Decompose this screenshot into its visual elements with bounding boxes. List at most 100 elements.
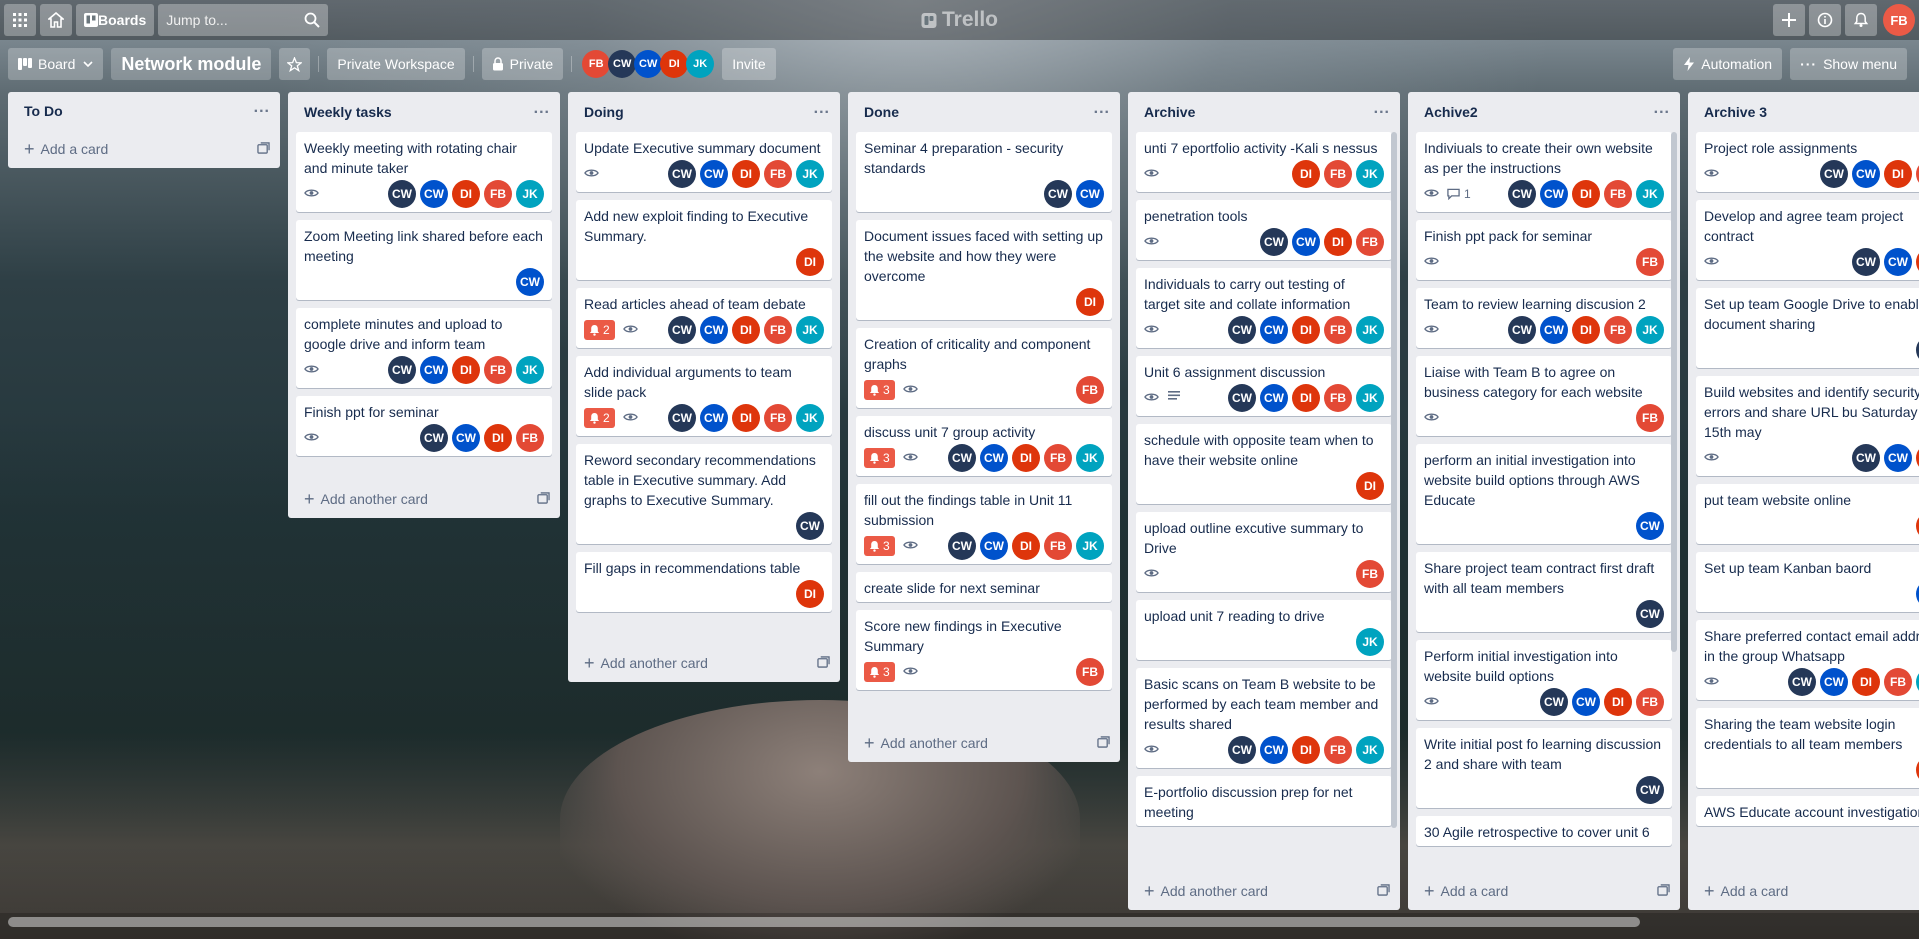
list-header[interactable]: Achive2...: [1408, 92, 1680, 132]
card-member-avatar[interactable]: JK: [1356, 160, 1384, 188]
card-member-avatar[interactable]: FB: [1076, 658, 1104, 686]
card-member-avatar[interactable]: JK: [1356, 628, 1384, 656]
card-member-avatar[interactable]: CW: [1884, 248, 1912, 276]
card-member-avatar[interactable]: DI: [452, 180, 480, 208]
card[interactable]: Sharing the team website login credentia…: [1696, 708, 1919, 788]
home-button[interactable]: [40, 4, 72, 36]
list-title[interactable]: Achive2: [1424, 104, 1478, 120]
card-template-icon[interactable]: [1097, 735, 1110, 751]
card-member-avatar[interactable]: DI: [732, 316, 760, 344]
add-card-button[interactable]: + Add a card: [1424, 882, 1508, 900]
card-member-avatar[interactable]: DI: [1012, 532, 1040, 560]
card[interactable]: Indiviuals to create their own website a…: [1416, 132, 1672, 212]
card-member-avatar[interactable]: FB: [1076, 376, 1104, 404]
card-member-avatar[interactable]: JK: [516, 180, 544, 208]
card-member-avatar[interactable]: FB: [1324, 316, 1352, 344]
card-member-avatar[interactable]: FB: [1636, 248, 1664, 276]
list-title[interactable]: Doing: [584, 104, 624, 120]
card-member-avatar[interactable]: FB: [1324, 736, 1352, 764]
card-member-avatar[interactable]: JK: [796, 160, 824, 188]
show-menu-button[interactable]: ··· Show menu: [1790, 48, 1907, 80]
card-template-icon[interactable]: [537, 491, 550, 507]
card-member-avatar[interactable]: CW: [668, 160, 696, 188]
card-member-avatar[interactable]: CW: [1260, 228, 1288, 256]
card[interactable]: fill out the findings table in Unit 11 s…: [856, 484, 1112, 564]
card[interactable]: Reword secondary recommendations table i…: [576, 444, 832, 544]
add-card-button[interactable]: + Add a card: [24, 140, 108, 158]
card-member-avatar[interactable]: CW: [668, 316, 696, 344]
list-title[interactable]: Archive 3: [1704, 104, 1767, 120]
account-avatar[interactable]: FB: [1883, 4, 1915, 36]
card-member-avatar[interactable]: JK: [1356, 736, 1384, 764]
card-member-avatar[interactable]: CW: [1508, 316, 1536, 344]
card-member-avatar[interactable]: CW: [1852, 444, 1880, 472]
card[interactable]: Set up team Google Drive to enable docum…: [1696, 288, 1919, 368]
board-title[interactable]: Network module: [111, 48, 272, 80]
board-member-avatar[interactable]: CW: [634, 50, 663, 78]
list-scrollbar[interactable]: [1671, 132, 1677, 652]
card[interactable]: Project role assignments CWCWDIFB: [1696, 132, 1919, 192]
card-member-avatar[interactable]: DI: [1572, 316, 1600, 344]
card-member-avatar[interactable]: FB: [1324, 160, 1352, 188]
card-member-avatar[interactable]: JK: [796, 316, 824, 344]
card-member-avatar[interactable]: CW: [1228, 736, 1256, 764]
card[interactable]: perform an initial investigation into we…: [1416, 444, 1672, 544]
add-card-button[interactable]: + Add another card: [584, 654, 708, 672]
card-member-avatar[interactable]: CW: [516, 268, 544, 296]
list-header[interactable]: Doing...: [568, 92, 840, 132]
card-member-avatar[interactable]: CW: [1572, 688, 1600, 716]
add-card-button[interactable]: + Add another card: [1144, 882, 1268, 900]
card-member-avatar[interactable]: CW: [1228, 384, 1256, 412]
due-date-badge[interactable]: 3: [864, 536, 895, 556]
card-member-avatar[interactable]: CW: [1508, 180, 1536, 208]
card-member-avatar[interactable]: FB: [484, 180, 512, 208]
card[interactable]: put team website online DI: [1696, 484, 1919, 544]
list-menu-icon[interactable]: ...: [534, 100, 550, 118]
card[interactable]: Finish ppt for seminar CW CW DI FB: [296, 396, 552, 456]
card-member-avatar[interactable]: CW: [420, 356, 448, 384]
card[interactable]: upload unit 7 reading to drive JK: [1136, 600, 1392, 660]
card-member-avatar[interactable]: CW: [1076, 180, 1104, 208]
card[interactable]: Read articles ahead of team debate 2 CW CW D…: [576, 288, 832, 348]
card-member-avatar[interactable]: DI: [1012, 444, 1040, 472]
visibility-button[interactable]: Private: [481, 48, 564, 80]
list-header[interactable]: Done...: [848, 92, 1120, 132]
info-button[interactable]: [1809, 4, 1841, 36]
card-member-avatar[interactable]: DI: [1292, 736, 1320, 764]
apps-switcher-button[interactable]: [4, 4, 36, 36]
card[interactable]: schedule with opposite team when to have…: [1136, 424, 1392, 504]
card-member-avatar[interactable]: CW: [1636, 512, 1664, 540]
card-member-avatar[interactable]: CW: [420, 180, 448, 208]
card[interactable]: Share project team contract first draft …: [1416, 552, 1672, 632]
card[interactable]: Develop and agree team project contract C…: [1696, 200, 1919, 280]
card-member-avatar[interactable]: FB: [764, 404, 792, 432]
card-member-avatar[interactable]: DI: [1324, 228, 1352, 256]
list-title[interactable]: Weekly tasks: [304, 104, 392, 120]
due-date-badge[interactable]: 3: [864, 448, 895, 468]
card-member-avatar[interactable]: CW: [1044, 180, 1072, 208]
list-title[interactable]: Archive: [1144, 104, 1195, 120]
list-menu-icon[interactable]: ...: [254, 99, 270, 117]
card-member-avatar[interactable]: JK: [1076, 444, 1104, 472]
board-member-avatar[interactable]: CW: [608, 50, 637, 78]
card-member-avatar[interactable]: JK: [1636, 180, 1664, 208]
list-title[interactable]: To Do: [24, 103, 63, 119]
add-card-button[interactable]: + Add another card: [304, 490, 428, 508]
card-member-avatar[interactable]: FB: [1604, 180, 1632, 208]
card[interactable]: Seminar 4 preparation - security standar…: [856, 132, 1112, 212]
card-member-avatar[interactable]: JK: [1356, 316, 1384, 344]
card-member-avatar[interactable]: CW: [1636, 776, 1664, 804]
card-member-avatar[interactable]: CW: [980, 532, 1008, 560]
card[interactable]: Build websites and identify security err…: [1696, 376, 1919, 476]
card[interactable]: Add individual arguments to team slide p…: [576, 356, 832, 436]
notifications-button[interactable]: [1845, 4, 1877, 36]
card[interactable]: AWS Educate account investigation: [1696, 796, 1919, 826]
list-menu-icon[interactable]: ...: [1654, 100, 1670, 118]
card-member-avatar[interactable]: DI: [1292, 384, 1320, 412]
horizontal-scrollbar[interactable]: [8, 917, 1640, 927]
card-member-avatar[interactable]: FB: [1884, 668, 1912, 696]
card[interactable]: Individuals to carry out testing of targ…: [1136, 268, 1392, 348]
card-member-avatar[interactable]: DI: [1292, 316, 1320, 344]
card-template-icon[interactable]: [1377, 883, 1390, 899]
card-member-avatar[interactable]: DI: [1884, 160, 1912, 188]
